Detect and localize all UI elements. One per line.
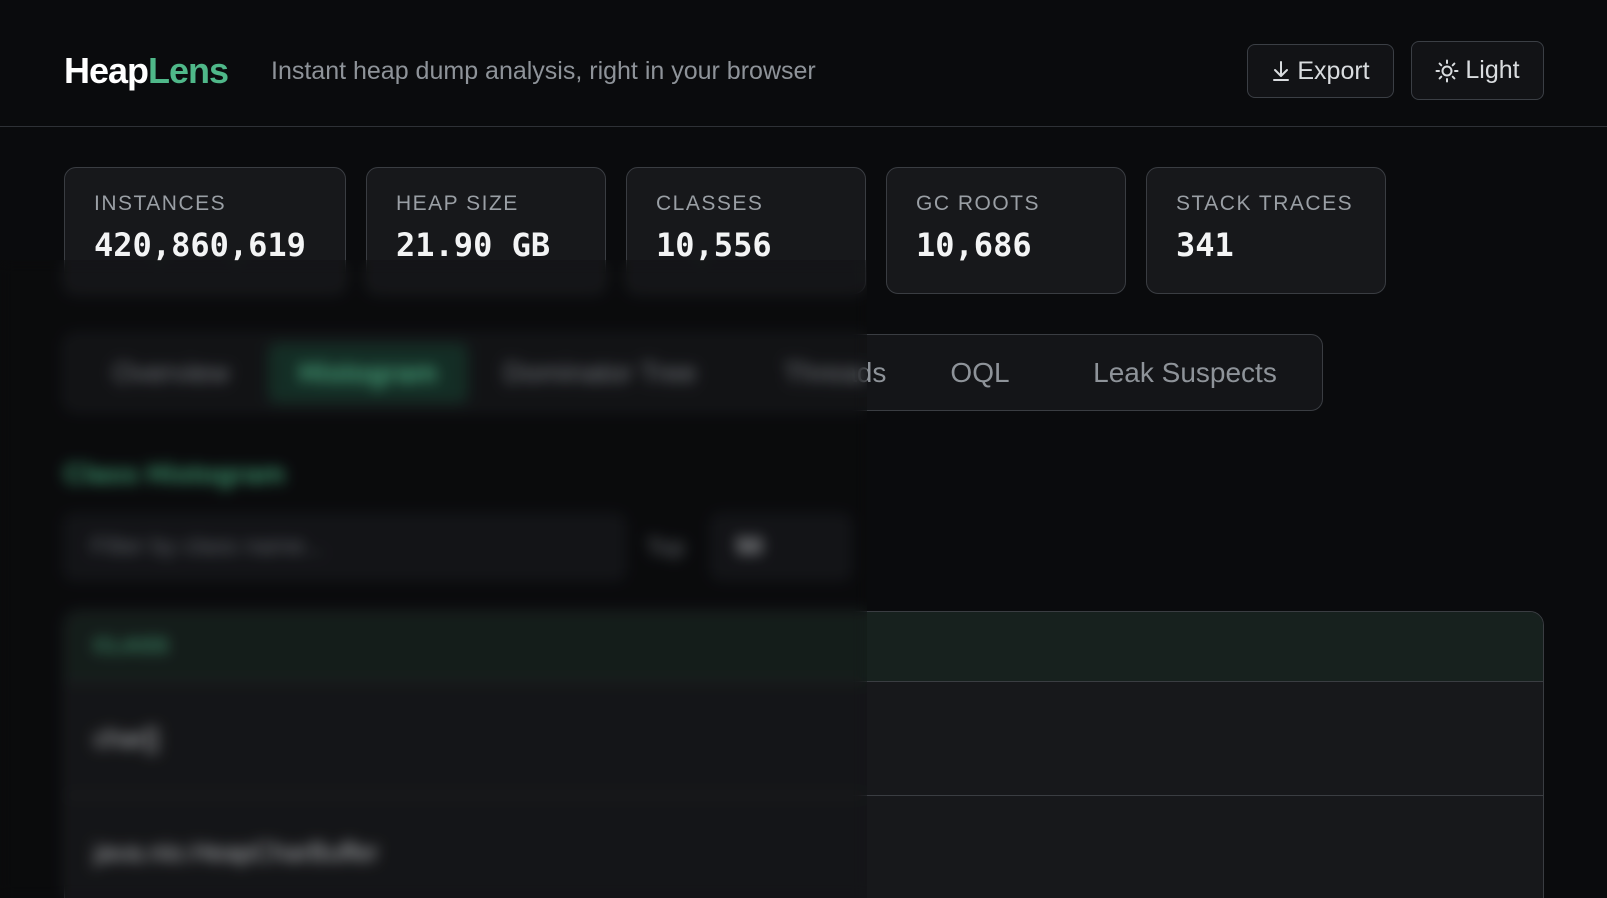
theme-toggle-button[interactable]: Light: [1411, 41, 1544, 100]
stat-value: 420,860,619: [94, 226, 306, 264]
stat-value: 10,556: [656, 226, 772, 264]
stat-card-classes: CLASSES 10,556: [626, 167, 866, 294]
class-filter-input[interactable]: [64, 514, 625, 580]
theme-label: Light: [1465, 56, 1520, 84]
stat-label: HEAP SIZE: [396, 192, 519, 215]
stat-label: GC ROOTS: [916, 192, 1041, 215]
stat-label: INSTANCES: [94, 192, 227, 215]
download-icon: [1271, 59, 1291, 83]
logo: HeapLens: [64, 46, 229, 96]
app-header: HeapLens Instant heap dump analysis, rig…: [0, 0, 1607, 127]
table-row[interactable]: java.nio.HeapCharBuffer: [65, 796, 1543, 898]
tagline: Instant heap dump analysis, right in you…: [271, 57, 816, 85]
tab-oql[interactable]: OQL: [925, 343, 1035, 403]
stat-value: 21.90 GB: [396, 226, 551, 264]
tab-dominator-tree[interactable]: Dominator Tree: [480, 343, 720, 403]
export-label: Export: [1297, 56, 1370, 85]
stat-label: STACK TRACES: [1176, 192, 1354, 215]
logo-lens: Lens: [148, 50, 229, 91]
column-header-class[interactable]: CLASS: [65, 612, 1543, 682]
tab-overview[interactable]: Overview: [83, 343, 259, 403]
view-tabs: Overview Histogram Dominator Tree Thread…: [64, 334, 1323, 411]
stat-card-gc-roots: GC ROOTS 10,686: [886, 167, 1126, 294]
export-button[interactable]: Export: [1247, 44, 1394, 98]
stat-value: 10,686: [916, 226, 1032, 264]
sun-icon: [1435, 59, 1459, 83]
tab-histogram[interactable]: Histogram: [268, 343, 468, 403]
tab-leak-suspects[interactable]: Leak Suspects: [1065, 343, 1305, 403]
stat-card-stack-traces: STACK TRACES 341: [1146, 167, 1386, 294]
heaplens-app: HeapLens Instant heap dump analysis, rig…: [0, 0, 1607, 898]
table-row[interactable]: char[]: [65, 682, 1543, 796]
tab-threads[interactable]: Threads: [755, 343, 915, 403]
stat-card-heap-size: HEAP SIZE 21.90 GB: [366, 167, 606, 294]
stat-value: 341: [1176, 226, 1234, 264]
stat-card-instances: INSTANCES 420,860,619: [64, 167, 346, 294]
histogram-table: CLASS char[] java.nio.HeapCharBuffer: [64, 611, 1544, 898]
top-count-select[interactable]: 50: [711, 514, 851, 580]
top-label: Top: [646, 534, 685, 561]
logo-heap: Heap: [64, 50, 149, 91]
stat-label: CLASSES: [656, 192, 764, 215]
section-title: Class Histogram: [64, 458, 285, 489]
